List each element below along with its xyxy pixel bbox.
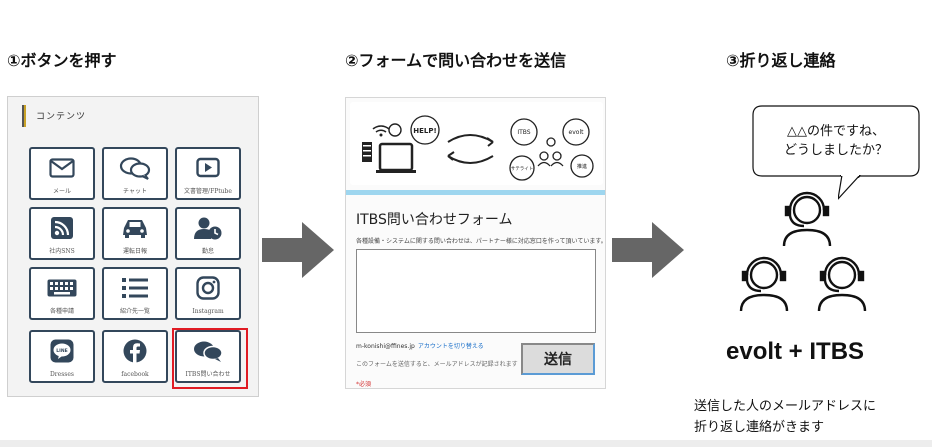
menu-tile-mail[interactable]: メール	[29, 147, 95, 200]
menu-tile-label: 文書管理/FPtube	[184, 188, 232, 195]
form-header-illustration: HELP! ITBS evolt サテライト 推進	[350, 102, 603, 185]
chat-icon	[104, 153, 166, 183]
brand-label: evolt + ITBS	[726, 338, 865, 365]
support-operators-icon	[739, 191, 867, 312]
menu-tile-label: メール	[52, 188, 71, 195]
menu-tile-facebook[interactable]: facebook	[102, 330, 168, 383]
step2-title: ②フォームで問い合わせを送信	[345, 51, 567, 70]
svg-text:LINE: LINE	[56, 348, 67, 354]
account-line: m-konishi@ffines.jp アカウントを切り替える	[356, 341, 484, 350]
team-text: 推進	[577, 163, 587, 170]
contents-menu-panel: コンテンツ メール チャット 文書管理/FPtube 社内SNS 運転日報 勤怠…	[7, 96, 259, 397]
menu-tile-referrals[interactable]: 紹介先一覧	[102, 267, 168, 320]
reply-note: 送信した人のメールアドレスに 折り返し連絡がきます	[694, 396, 876, 438]
menu-tile-label: チャット	[123, 188, 147, 195]
menu-tile-chat[interactable]: チャット	[102, 147, 168, 200]
bottom-divider	[0, 440, 932, 447]
menu-tile-video[interactable]: 文書管理/FPtube	[175, 147, 241, 200]
keyboard-icon	[31, 273, 93, 303]
menu-tile-label: 社内SNS	[49, 248, 75, 255]
menu-tile-label: Dresses	[49, 371, 75, 378]
inquiry-textarea[interactable]	[356, 249, 596, 333]
menu-tile-instagram[interactable]: Instagram	[175, 267, 241, 320]
support-text: サテライト	[511, 166, 534, 172]
menu-tile-label: Instagram	[192, 308, 224, 315]
bubble-line-2: どうしましたか？	[783, 143, 888, 158]
form-accent-stripe	[346, 190, 605, 195]
inquiry-form-panel: HELP! ITBS evolt サテライト 推進 ITBS問い合わせフォーム …	[345, 97, 607, 389]
arrow-right-icon	[612, 222, 684, 278]
car-icon	[104, 213, 166, 243]
menu-tile-sns[interactable]: 社内SNS	[29, 207, 95, 260]
form-description: 各種設備・システムに関する問い合わせは、パートナー様に対応窓口を作って頂いていま…	[356, 238, 607, 245]
list-icon	[104, 273, 166, 303]
help-text: HELP!	[413, 127, 436, 135]
menu-tile-label: 各種申請	[49, 308, 74, 315]
user-clock-icon	[177, 213, 239, 243]
menu-tile-label: facebook	[121, 371, 149, 378]
send-button[interactable]: 送信	[521, 343, 595, 375]
bubble-line-1: △△の件ですね、	[787, 124, 885, 139]
header-accent-bar	[22, 105, 26, 127]
account-email: m-konishi@ffines.jp	[356, 343, 415, 350]
itbs-text: ITBS	[517, 129, 530, 136]
menu-tile-attendance[interactable]: 勤怠	[175, 207, 241, 260]
switch-account-link[interactable]: アカウントを切り替える	[418, 343, 484, 350]
menu-tile-car[interactable]: 運転日報	[102, 207, 168, 260]
step1-title: ①ボタンを押す	[7, 51, 117, 70]
helpdesk-illustration: HELP! ITBS evolt サテライト 推進	[362, 115, 594, 181]
step3-title: ③折り返し連絡	[726, 51, 836, 70]
speech-bubble-text: △△の件ですね、 どうしましたか？	[752, 122, 920, 160]
email-record-note: このフォームを送信すると、メールアドレスが記録されます	[356, 361, 518, 368]
reply-note-line-1: 送信した人のメールアドレスに	[694, 399, 877, 414]
reply-note-line-2: 折り返し連絡がきます	[694, 420, 825, 435]
line-icon: LINE	[31, 336, 93, 366]
menu-tile-applications[interactable]: 各種申請	[29, 267, 95, 320]
required-label: *必須	[356, 381, 372, 388]
rss-icon	[31, 213, 93, 243]
menu-tile-label: 紹介先一覧	[119, 308, 150, 315]
facebook-icon	[104, 336, 166, 366]
menu-tile-label: 運転日報	[122, 248, 147, 255]
video-icon	[177, 153, 239, 183]
arrow-right-icon	[262, 222, 334, 278]
form-title: ITBS問い合わせフォーム	[356, 212, 513, 228]
menu-tile-line[interactable]: LINE Dresses	[29, 330, 95, 383]
evolt-text: evolt	[569, 129, 585, 136]
mail-icon	[31, 153, 93, 183]
instagram-icon	[177, 273, 239, 303]
contents-header: コンテンツ	[36, 112, 87, 122]
highlight-box	[172, 328, 248, 389]
menu-tile-label: 勤怠	[201, 248, 214, 255]
